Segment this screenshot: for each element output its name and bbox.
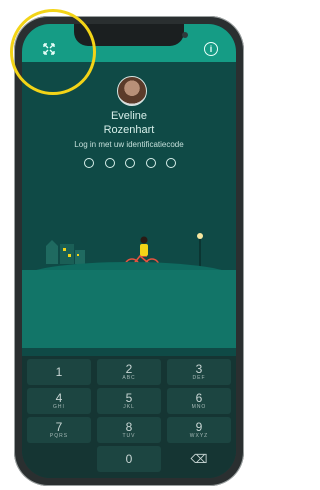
key-letters: GHI xyxy=(53,404,65,410)
pin-indicator xyxy=(84,158,176,170)
key-digit: 6 xyxy=(195,391,203,405)
key-letters: PQRS xyxy=(49,433,69,439)
highlight-circle xyxy=(10,9,96,95)
delete-key[interactable]: ⌫ xyxy=(167,446,231,472)
login-prompt: Log in met uw identificatiecode xyxy=(74,140,184,149)
keypad-row: 7 PQRS 8 TUV 9 WXYZ xyxy=(22,417,236,443)
backspace-icon: ⌫ xyxy=(190,452,208,466)
key-digit: 5 xyxy=(125,391,133,405)
key-digit: 2 xyxy=(125,362,133,376)
pin-dot xyxy=(145,158,156,168)
key-digit: 7 xyxy=(55,420,63,434)
avatar xyxy=(117,76,147,106)
info-glyph: i xyxy=(209,44,213,54)
info-icon: i xyxy=(204,42,218,56)
key-digit: 4 xyxy=(55,391,63,405)
key-digit: 8 xyxy=(125,420,133,434)
pin-dot xyxy=(84,158,94,168)
ground xyxy=(22,270,236,348)
streetlamp-illustration xyxy=(197,233,203,268)
camera xyxy=(182,32,188,38)
key-empty xyxy=(27,446,91,472)
keypad-row: 0 ⌫ xyxy=(22,446,236,472)
user-first-name: Eveline xyxy=(110,110,148,122)
key-letters: ABC xyxy=(122,375,136,381)
key-digit: 1 xyxy=(55,365,63,379)
info-button[interactable]: i xyxy=(200,38,222,60)
key-9[interactable]: 9 WXYZ xyxy=(167,417,231,443)
key-1[interactable]: 1 xyxy=(27,359,91,385)
key-4[interactable]: 4 GHI xyxy=(27,388,91,414)
key-letters: DEF xyxy=(192,375,206,381)
pin-dot xyxy=(104,158,115,168)
key-letters: MNO xyxy=(191,404,207,410)
pin-dot xyxy=(166,158,176,168)
key-8[interactable]: 8 TUV xyxy=(97,417,161,443)
key-digit: 3 xyxy=(195,362,203,376)
numeric-keypad: 1 2 ABC 3 DEF 4 GHI 5 JKL 6 MNO 7 PQRS 8 TUV 9W… xyxy=(22,356,236,478)
key-digit: 9 xyxy=(195,420,203,434)
key-digit: 0 xyxy=(125,452,133,466)
key-7[interactable]: 7 PQRS xyxy=(27,417,91,443)
key-0[interactable]: 0 xyxy=(97,446,161,472)
key-3[interactable]: 3 DEF xyxy=(167,359,231,385)
key-letters: TUV xyxy=(122,433,136,439)
key-2[interactable]: 2 ABC xyxy=(97,359,161,385)
user-last-name: Rozenhart xyxy=(103,124,155,136)
key-6[interactable]: 6 MNO xyxy=(167,388,231,414)
keypad-row: 1 2 ABC 3 DEF xyxy=(22,359,236,385)
pin-dot xyxy=(125,158,135,168)
keypad-row: 4 GHI 5 JKL 6 MNO xyxy=(22,388,236,414)
key-5[interactable]: 5 JKL xyxy=(97,388,161,414)
houses-illustration xyxy=(46,240,85,264)
key-letters: WXYZ xyxy=(189,433,209,439)
key-letters: JKL xyxy=(123,404,135,410)
